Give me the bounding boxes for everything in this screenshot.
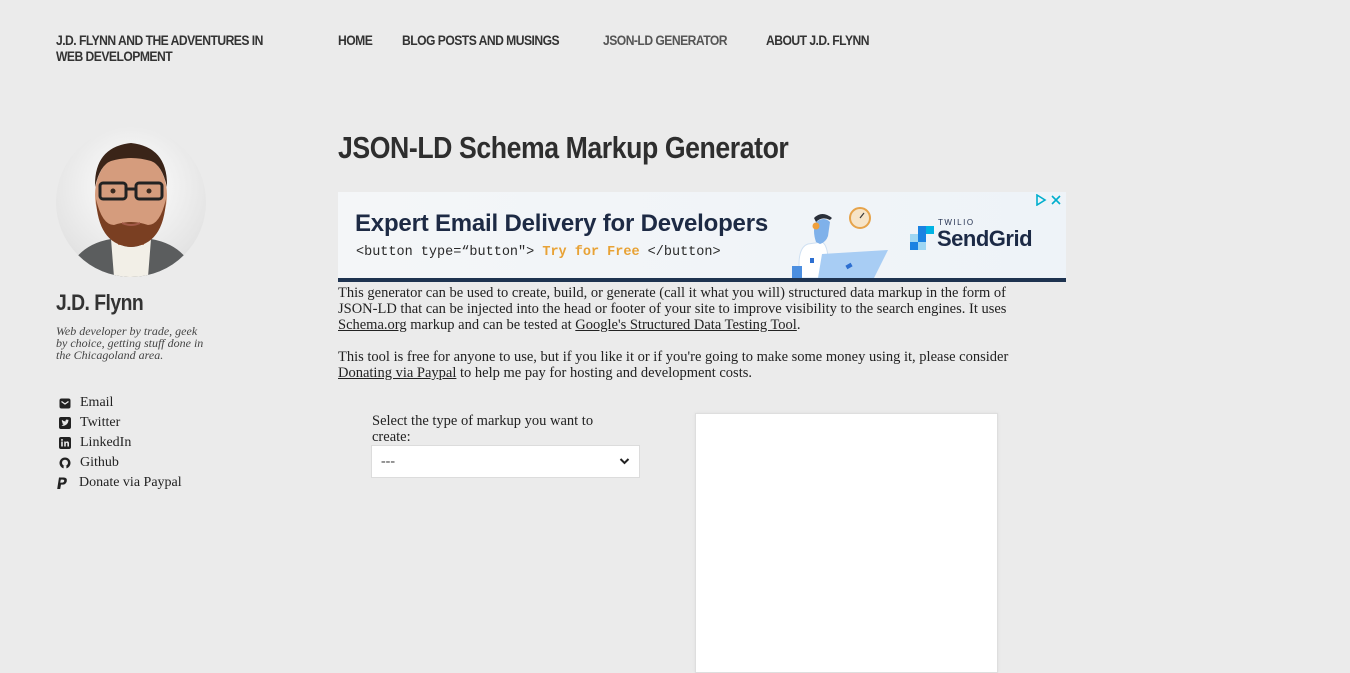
ad-banner[interactable]: Expert Email Delivery for Developers <bu…	[338, 192, 1066, 282]
ad-headline: Expert Email Delivery for Developers	[355, 210, 768, 237]
ad-close-icon[interactable]	[1050, 194, 1062, 206]
schema-org-link[interactable]: Schema.org	[338, 317, 407, 333]
markup-type-select-wrapper[interactable]: ---	[371, 445, 640, 478]
linkedin-link[interactable]: LinkedIn	[80, 435, 131, 451]
github-icon	[56, 456, 74, 470]
social-item-github[interactable]: Github	[56, 453, 182, 473]
nav-blog-posts[interactable]: BLOG POSTS AND MUSINGS	[402, 33, 560, 48]
ad-code-line: <button type=“button"> Try for Free </bu…	[356, 245, 721, 260]
email-link[interactable]: Email	[80, 395, 113, 411]
nav-home[interactable]: HOME	[338, 33, 373, 48]
intro-text: This generator can be used to create, bu…	[338, 285, 1018, 397]
author-name: J.D. Flynn	[56, 290, 144, 315]
intro-p2-text-b: to help me pay for hosting and developme…	[456, 365, 752, 381]
ad-choices[interactable]	[1035, 194, 1062, 206]
json-ld-output-textarea[interactable]	[695, 413, 998, 673]
site-title[interactable]: J.D. FLYNN AND THE ADVENTURES IN WEB DEV…	[56, 33, 272, 65]
paypal-link[interactable]: Donate via Paypal	[79, 475, 182, 491]
social-item-email[interactable]: Email	[56, 393, 182, 413]
nav-json-ld-generator[interactable]: JSON-LD GENERATOR	[603, 33, 728, 48]
nav-about[interactable]: ABOUT J.D. FLYNN	[766, 33, 870, 48]
main-nav: HOME BLOG POSTS AND MUSINGS JSON-LD GENE…	[338, 33, 907, 48]
intro-p2-text-a: This tool is free for anyone to use, but…	[338, 349, 1009, 365]
social-links: Email Twitter LinkedIn Github Donate via…	[56, 393, 182, 493]
page-title: JSON-LD Schema Markup Generator	[338, 130, 789, 165]
ad-code-close: </button>	[647, 245, 721, 260]
avatar-portrait	[66, 143, 196, 277]
social-item-twitter[interactable]: Twitter	[56, 413, 182, 433]
social-item-linkedin[interactable]: LinkedIn	[56, 433, 182, 453]
intro-paragraph-1: This generator can be used to create, bu…	[338, 285, 1018, 333]
ad-cta[interactable]: Try for Free	[542, 245, 639, 260]
paypal-icon	[56, 476, 78, 490]
social-item-paypal[interactable]: Donate via Paypal	[56, 473, 182, 493]
author-bio: Web developer by trade, geek by choice, …	[56, 324, 204, 362]
linkedin-icon	[56, 436, 74, 450]
intro-p1-text-b: markup and can be tested at	[406, 317, 576, 333]
intro-paragraph-2: This tool is free for anyone to use, but…	[338, 349, 1018, 381]
ad-code-open: <button type=“button">	[356, 245, 535, 260]
twitter-icon	[56, 416, 74, 430]
github-link[interactable]: Github	[80, 455, 119, 471]
intro-p1-text-c: .	[796, 317, 801, 333]
ad-illustration	[792, 207, 888, 278]
structured-data-testing-tool-link[interactable]: Google's Structured Data Testing Tool	[575, 317, 797, 333]
markup-type-select[interactable]: ---	[372, 446, 639, 477]
ad-choices-icon[interactable]	[1035, 194, 1047, 206]
markup-type-label: Select the type of markup you want to cr…	[372, 413, 594, 445]
sendgrid-logo-icon	[910, 226, 934, 250]
ad-brand-name: SendGrid	[937, 226, 1033, 251]
intro-p1-text-a: This generator can be used to create, bu…	[338, 285, 1007, 317]
donate-paypal-link[interactable]: Donating via Paypal	[338, 365, 456, 381]
avatar	[56, 127, 206, 277]
email-icon	[56, 396, 74, 410]
ad-bottom-bar	[338, 278, 1066, 282]
twitter-link[interactable]: Twitter	[80, 415, 120, 431]
